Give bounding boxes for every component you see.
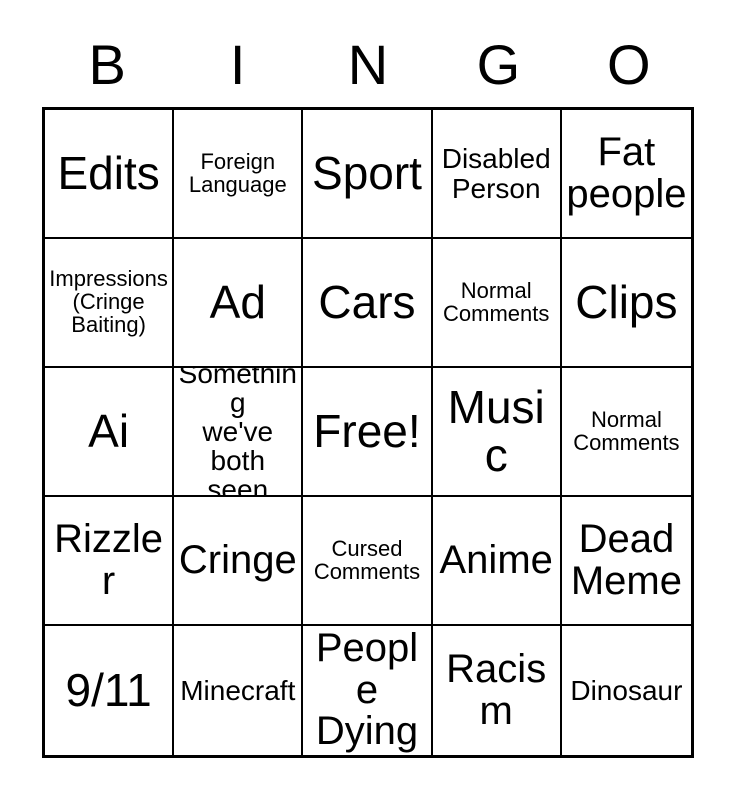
bingo-cell-label: Edits: [57, 146, 160, 199]
bingo-cell[interactable]: Something we've both seen: [174, 368, 304, 497]
bingo-cell-label: Fat people: [566, 129, 687, 216]
bingo-cell[interactable]: Cringe: [174, 497, 304, 626]
header-letter-o: O: [607, 33, 651, 96]
bingo-cell[interactable]: Sport: [303, 110, 433, 239]
bingo-cell-label: Anime: [439, 537, 553, 582]
bingo-cell-label: Ad: [209, 275, 266, 328]
bingo-cell-label: Cars: [318, 275, 416, 328]
header-letter-i: I: [229, 33, 246, 96]
bingo-cell-label: Normal Comments: [443, 277, 550, 326]
bingo-cell[interactable]: Dead Meme: [561, 497, 691, 626]
bingo-cell[interactable]: Foreign Language: [174, 110, 304, 239]
bingo-cell[interactable]: Ad: [174, 239, 304, 368]
bingo-cell-label: Something we've both seen: [178, 368, 297, 497]
bingo-cell[interactable]: Cars: [303, 239, 433, 368]
bingo-grid: Edits Foreign Language Sport Disabled Pe…: [42, 107, 694, 758]
bingo-cell-label: Dead Meme: [570, 516, 682, 603]
bingo-cell[interactable]: Ai: [45, 368, 175, 497]
bingo-cell-label: People Dying: [315, 626, 419, 754]
bingo-cell[interactable]: Music: [432, 368, 562, 497]
bingo-cell[interactable]: Dinosaur: [561, 626, 691, 755]
bingo-cell[interactable]: Impressions (Cringe Baiting): [45, 239, 175, 368]
bingo-cell[interactable]: Normal Comments: [561, 368, 691, 497]
bingo-cell-label: Clips: [575, 275, 678, 328]
bingo-cell[interactable]: Edits: [45, 110, 175, 239]
bingo-cell-label: Impressions (Cringe Baiting): [49, 266, 168, 337]
bingo-cell-label: Free!: [313, 404, 421, 457]
bingo-cell[interactable]: People Dying: [303, 626, 433, 755]
header-letter-b: B: [88, 33, 126, 96]
bingo-cell-label: Music: [447, 380, 545, 481]
bingo-cell[interactable]: 9/11: [45, 626, 175, 755]
bingo-cell[interactable]: Normal Comments: [432, 239, 562, 368]
bingo-cell-label: Disabled Person: [441, 143, 551, 204]
bingo-cell[interactable]: Disabled Person: [432, 110, 562, 239]
bingo-cell-label: Normal Comments: [573, 406, 680, 455]
bingo-cell[interactable]: Clips: [561, 239, 691, 368]
bingo-card: B I N G O Edits Foreign Language Sport D…: [0, 0, 736, 800]
bingo-cell[interactable]: Minecraft: [174, 626, 304, 755]
bingo-cell-label: Ai: [88, 404, 130, 457]
bingo-cell[interactable]: Racism: [432, 626, 562, 755]
bingo-cell[interactable]: Anime: [432, 497, 562, 626]
bingo-cell-label: 9/11: [65, 663, 152, 716]
bingo-cell-label: Racism: [446, 646, 547, 733]
bingo-cell-label: Dinosaur: [570, 674, 683, 706]
bingo-header-row: B I N G O: [42, 26, 694, 104]
bingo-cell[interactable]: Cursed Comments: [303, 497, 433, 626]
header-letter-g: G: [476, 33, 521, 96]
bingo-cell-label: Cringe: [178, 537, 297, 582]
bingo-cell-free[interactable]: Free!: [303, 368, 433, 497]
bingo-cell[interactable]: Rizzler: [45, 497, 175, 626]
bingo-cell-label: Minecraft: [180, 674, 296, 706]
bingo-cell-label: Rizzler: [54, 516, 164, 603]
bingo-cell-label: Sport: [312, 146, 422, 199]
bingo-cell[interactable]: Fat people: [561, 110, 691, 239]
bingo-cell-label: Cursed Comments: [313, 535, 421, 584]
bingo-cell-label: Foreign Language: [188, 148, 287, 197]
header-letter-n: N: [347, 33, 389, 96]
